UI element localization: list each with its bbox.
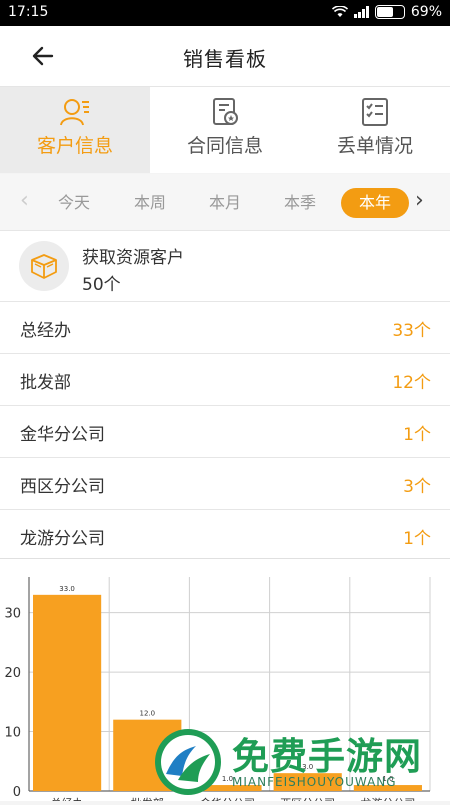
tab-label: 客户信息 — [36, 135, 113, 157]
app-header: 销售看板 — [0, 26, 450, 87]
y-tick-label: 30 — [4, 607, 21, 622]
dept-name: 金华分公司 — [20, 425, 105, 445]
tab-label: 丢单情况 — [336, 135, 413, 157]
signal-icon — [353, 6, 369, 18]
page-title: 销售看板 — [183, 47, 267, 71]
customer-icon — [60, 99, 89, 126]
dept-name: 龙游分公司 — [20, 529, 105, 549]
dept-name: 批发部 — [20, 373, 71, 393]
dept-name: 总经办 — [20, 321, 71, 341]
dept-count: 1个 — [403, 425, 431, 445]
box-icon — [31, 254, 57, 279]
dept-name: 西区分公司 — [20, 477, 105, 497]
watermark-text: 免费手游网 — [232, 735, 422, 778]
checklist-icon — [362, 98, 388, 126]
range-week[interactable]: 本周 — [116, 188, 184, 218]
contract-icon — [213, 98, 238, 125]
battery-icon — [374, 5, 405, 19]
department-list: 总经办 33个 批发部 12个 金华分公司 1个 西区分公司 3个 龙游分公司 … — [0, 302, 450, 562]
range-month[interactable]: 本月 — [191, 188, 259, 218]
tab-bar: 客户信息 合同信息 丢单情况 — [0, 87, 450, 173]
bar-value-label: 12.0 — [139, 710, 155, 718]
chart-bar — [33, 594, 102, 791]
summary-card: 获取资源客户 50个 — [0, 231, 450, 302]
dept-count: 1个 — [403, 529, 431, 549]
watermark-subtext: MIANFEISHOUYOUWANG — [232, 775, 397, 789]
watermark-logo — [155, 729, 221, 795]
summary-icon-wrap — [19, 241, 69, 291]
list-item[interactable]: 金华分公司 1个 — [0, 406, 450, 458]
battery-percent: 69% — [410, 4, 442, 20]
wifi-icon — [331, 6, 348, 17]
list-item[interactable]: 龙游分公司 1个 — [0, 510, 450, 562]
status-bar: 17:15 69% — [0, 0, 450, 26]
x-tick-label: 总经办 — [51, 796, 84, 801]
dept-count: 12个 — [392, 373, 431, 393]
tab-lost-orders[interactable]: 丢单情况 — [300, 87, 450, 173]
tab-customer-info[interactable]: 客户信息 — [0, 87, 150, 173]
y-tick-label: 20 — [4, 666, 21, 681]
summary-count: 50个 — [82, 275, 121, 295]
chevron-right-icon[interactable]: › — [415, 188, 424, 213]
list-item[interactable]: 总经办 33个 — [0, 302, 450, 354]
range-year[interactable]: 本年 — [341, 188, 409, 218]
watermark: 免费手游网 MIANFEISHOUYOUWANG — [150, 722, 450, 800]
y-tick-label: 10 — [4, 726, 21, 741]
summary-title: 获取资源客户 — [82, 248, 184, 268]
dept-count: 33个 — [392, 321, 431, 341]
list-item[interactable]: 批发部 12个 — [0, 354, 450, 406]
tab-contract-info[interactable]: 合同信息 — [150, 87, 300, 173]
range-quarter[interactable]: 本季 — [266, 188, 334, 218]
range-today[interactable]: 今天 — [40, 188, 108, 218]
chevron-left-icon[interactable]: ‹ — [20, 188, 29, 213]
y-tick-label: 0 — [13, 785, 21, 800]
bar-value-label: 33.0 — [59, 585, 75, 593]
time-range-selector: ‹ 今天 本周 本月 本季 本年 › — [0, 174, 450, 231]
list-item[interactable]: 西区分公司 3个 — [0, 458, 450, 510]
dept-count: 3个 — [403, 477, 431, 497]
status-time: 17:15 — [8, 4, 49, 20]
status-indicators: 69% — [331, 4, 442, 20]
tab-label: 合同信息 — [186, 135, 263, 157]
